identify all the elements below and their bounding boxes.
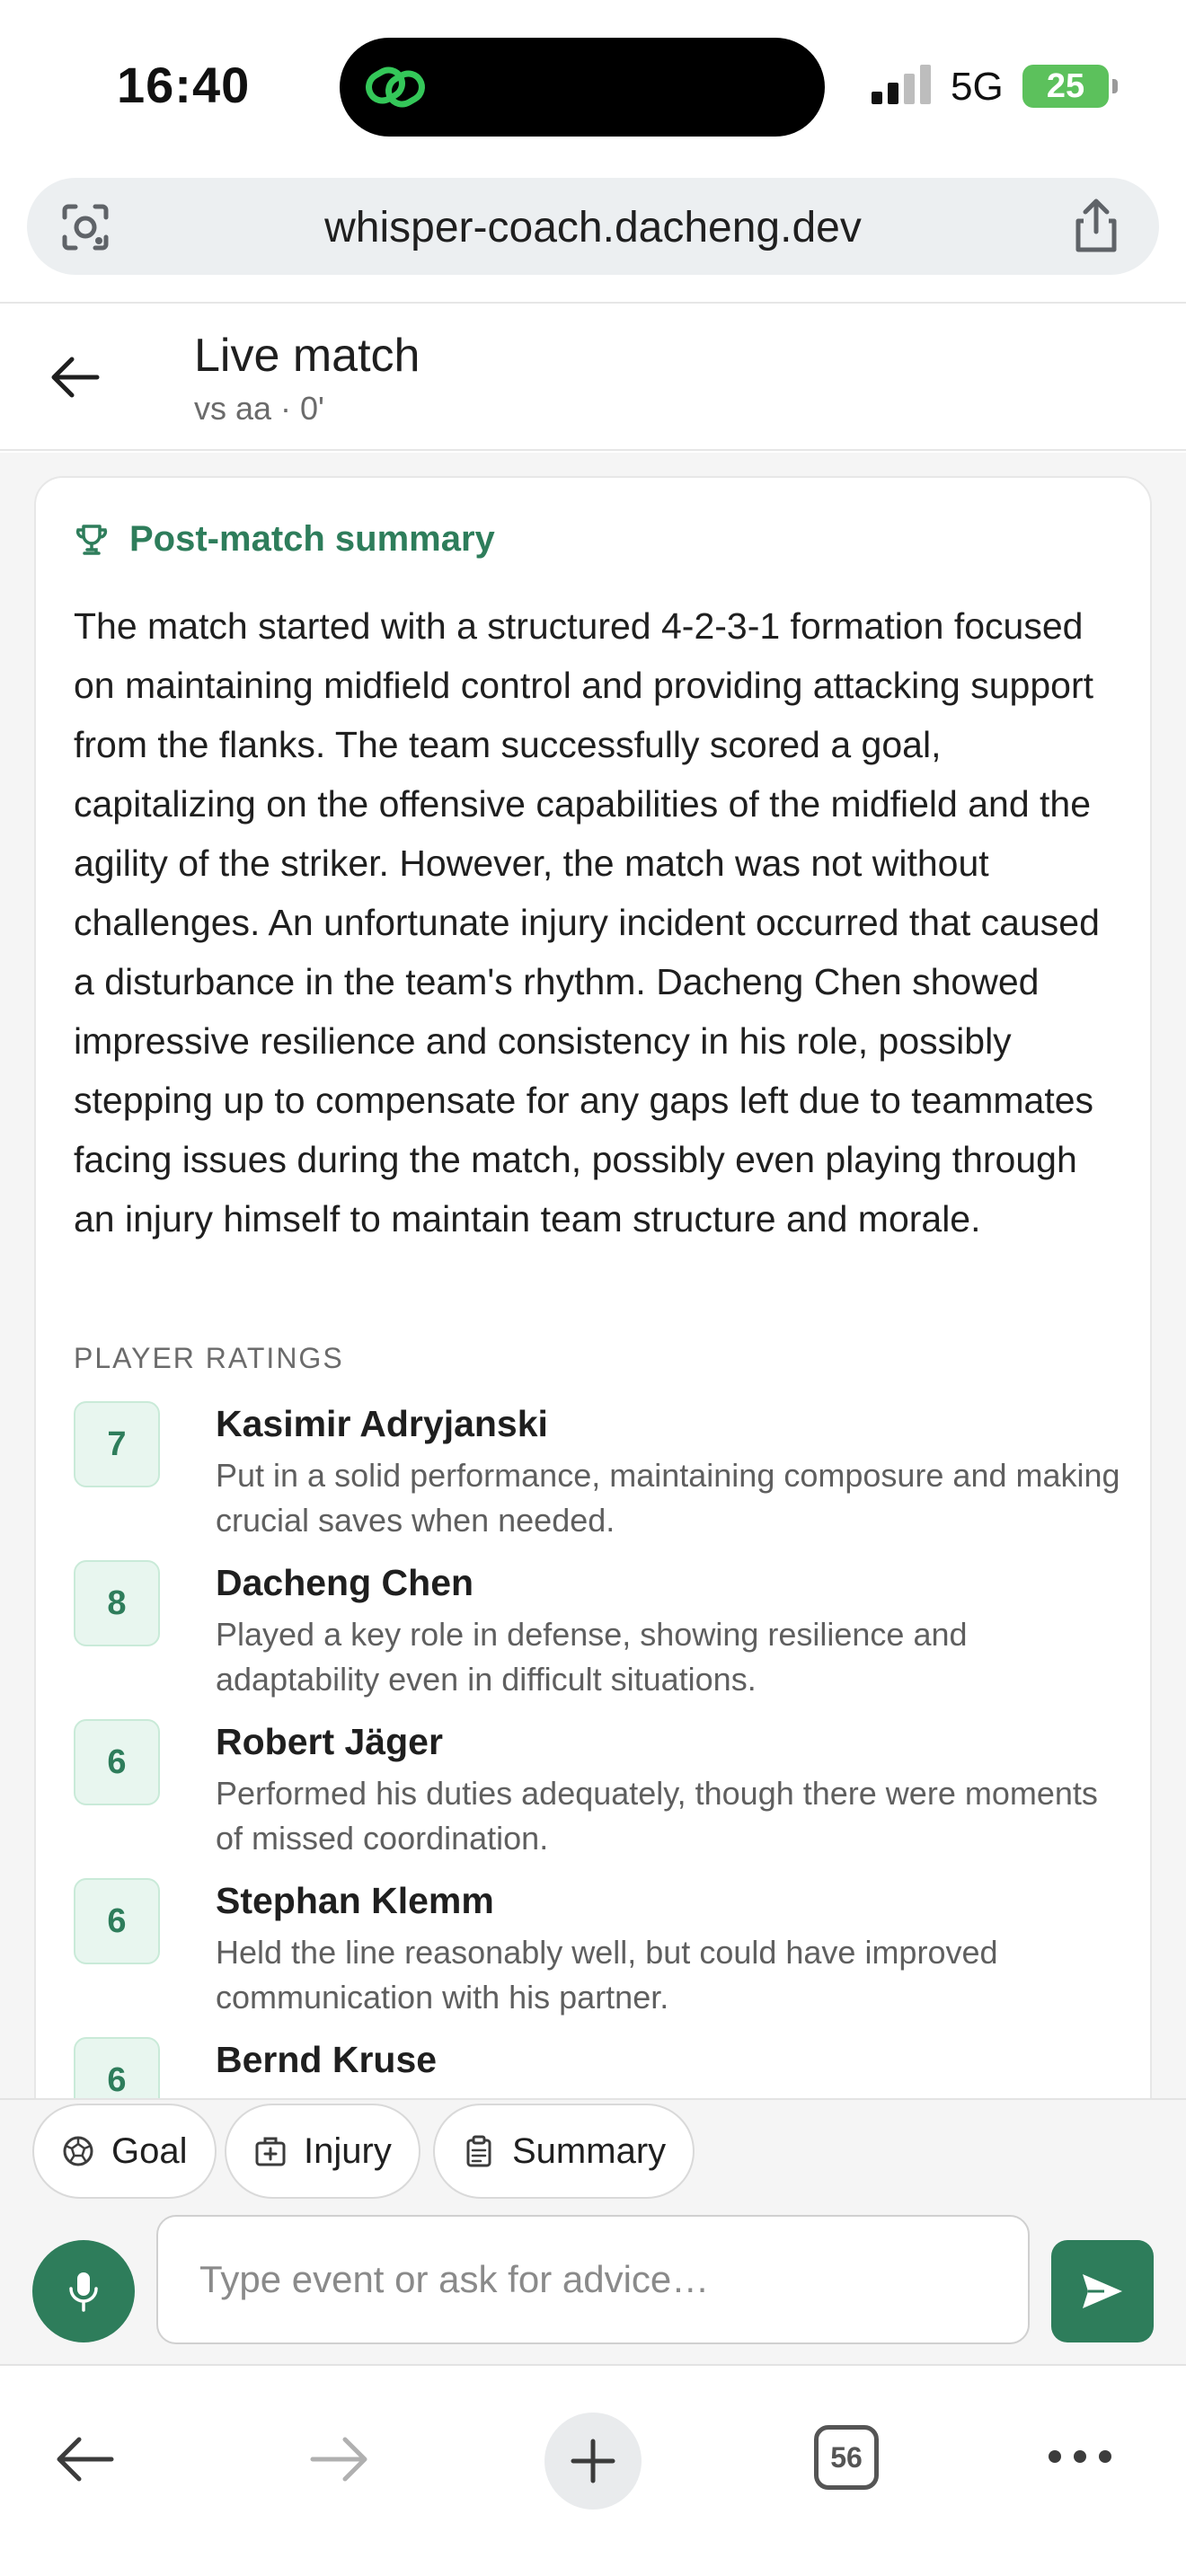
match-subtitle: vs aa · 0' — [194, 390, 324, 427]
list-item: 6 Stephan Klemm Held the line reasonably… — [74, 1878, 1125, 2037]
list-item: 7 Kasimir Adryjanski Put in a solid perf… — [74, 1401, 1125, 1560]
browser-forward-icon[interactable] — [305, 2425, 374, 2493]
player-note: Played a key role in defense, showing re… — [216, 1616, 968, 1698]
injury-chip-label: Injury — [304, 2130, 392, 2171]
signal-strength-icon — [872, 65, 931, 104]
link-chain-icon — [366, 66, 425, 108]
clock: 16:40 — [117, 57, 251, 113]
injury-chip[interactable]: Injury — [225, 2104, 420, 2199]
clipboard-icon — [466, 2135, 491, 2167]
tab-switcher-button[interactable]: 56 — [814, 2425, 879, 2490]
status-bar: 16:40 5G 25 — [0, 0, 1186, 171]
soccer-ball-icon — [63, 2136, 93, 2166]
player-name: Dacheng Chen — [216, 1562, 474, 1603]
player-name: Kasimir Adryjanski — [216, 1403, 548, 1444]
plus-icon — [571, 2439, 615, 2483]
player-note: Held the line reasonably well, but could… — [216, 1934, 998, 2016]
player-name: Stephan Klemm — [216, 1880, 494, 1921]
quick-actions: Goal Injury Summary — [0, 2098, 1186, 2202]
battery-level: 25 — [1046, 66, 1085, 105]
message-input[interactable] — [156, 2215, 1030, 2344]
player-name: Bernd Kruse — [216, 2039, 438, 2080]
goal-chip[interactable]: Goal — [32, 2104, 217, 2199]
tab-count: 56 — [830, 2440, 863, 2474]
browser-back-icon[interactable] — [50, 2425, 119, 2493]
list-item: 6 Bernd Kruse — [74, 2037, 1125, 2098]
goal-chip-label: Goal — [111, 2130, 188, 2171]
browser-toolbar: 56 — [0, 2368, 1186, 2576]
rating-badge: 6 — [74, 2037, 160, 2098]
summary-chip-label: Summary — [512, 2130, 667, 2171]
address-bar[interactable]: whisper-coach.dacheng.dev — [27, 178, 1159, 275]
summary-chip[interactable]: Summary — [433, 2104, 695, 2199]
send-button[interactable] — [1051, 2240, 1154, 2342]
player-ratings-list: 7 Kasimir Adryjanski Put in a solid perf… — [74, 1401, 1125, 2098]
more-options-icon[interactable] — [1046, 2443, 1114, 2470]
summary-text: The match started with a structured 4-2-… — [74, 605, 1100, 1239]
summary-header: Post-match summary — [74, 519, 495, 560]
player-note: Put in a solid performance, maintaining … — [216, 1457, 1120, 1539]
first-aid-kit-icon — [255, 2137, 286, 2166]
ratings-heading: PLAYER RATINGS — [74, 1342, 344, 1374]
battery-icon: 25 — [1022, 65, 1109, 108]
network-type: 5G — [951, 65, 1004, 109]
rating-badge: 7 — [74, 1401, 160, 1487]
player-name: Robert Jäger — [216, 1721, 443, 1762]
summary-card: Post-match summary The match started wit… — [34, 476, 1152, 2098]
rating-badge: 8 — [74, 1560, 160, 1646]
summary-title: Post-match summary — [129, 519, 495, 559]
app-header: Live match vs aa · 0' — [0, 304, 1186, 451]
url-text[interactable]: whisper-coach.dacheng.dev — [27, 203, 1159, 252]
send-icon — [1083, 2274, 1122, 2308]
player-note: Performed his duties adequately, though … — [216, 1775, 1098, 1857]
rating-badge: 6 — [74, 1719, 160, 1805]
dynamic-island — [340, 38, 825, 137]
microphone-icon — [69, 2272, 98, 2312]
list-item: 6 Robert Jäger Performed his duties adeq… — [74, 1719, 1125, 1878]
trophy-icon — [75, 524, 108, 555]
composer — [0, 2202, 1186, 2366]
share-icon[interactable] — [1071, 198, 1121, 253]
new-tab-button[interactable] — [544, 2413, 642, 2510]
battery-nub — [1112, 79, 1118, 93]
list-item: 8 Dacheng Chen Played a key role in defe… — [74, 1560, 1125, 1719]
back-arrow-icon[interactable] — [47, 348, 104, 406]
main-content[interactable]: Post-match summary The match started wit… — [0, 453, 1186, 2098]
mic-button[interactable] — [32, 2240, 135, 2342]
rating-badge: 6 — [74, 1878, 160, 1964]
page-title: Live match — [194, 330, 420, 382]
